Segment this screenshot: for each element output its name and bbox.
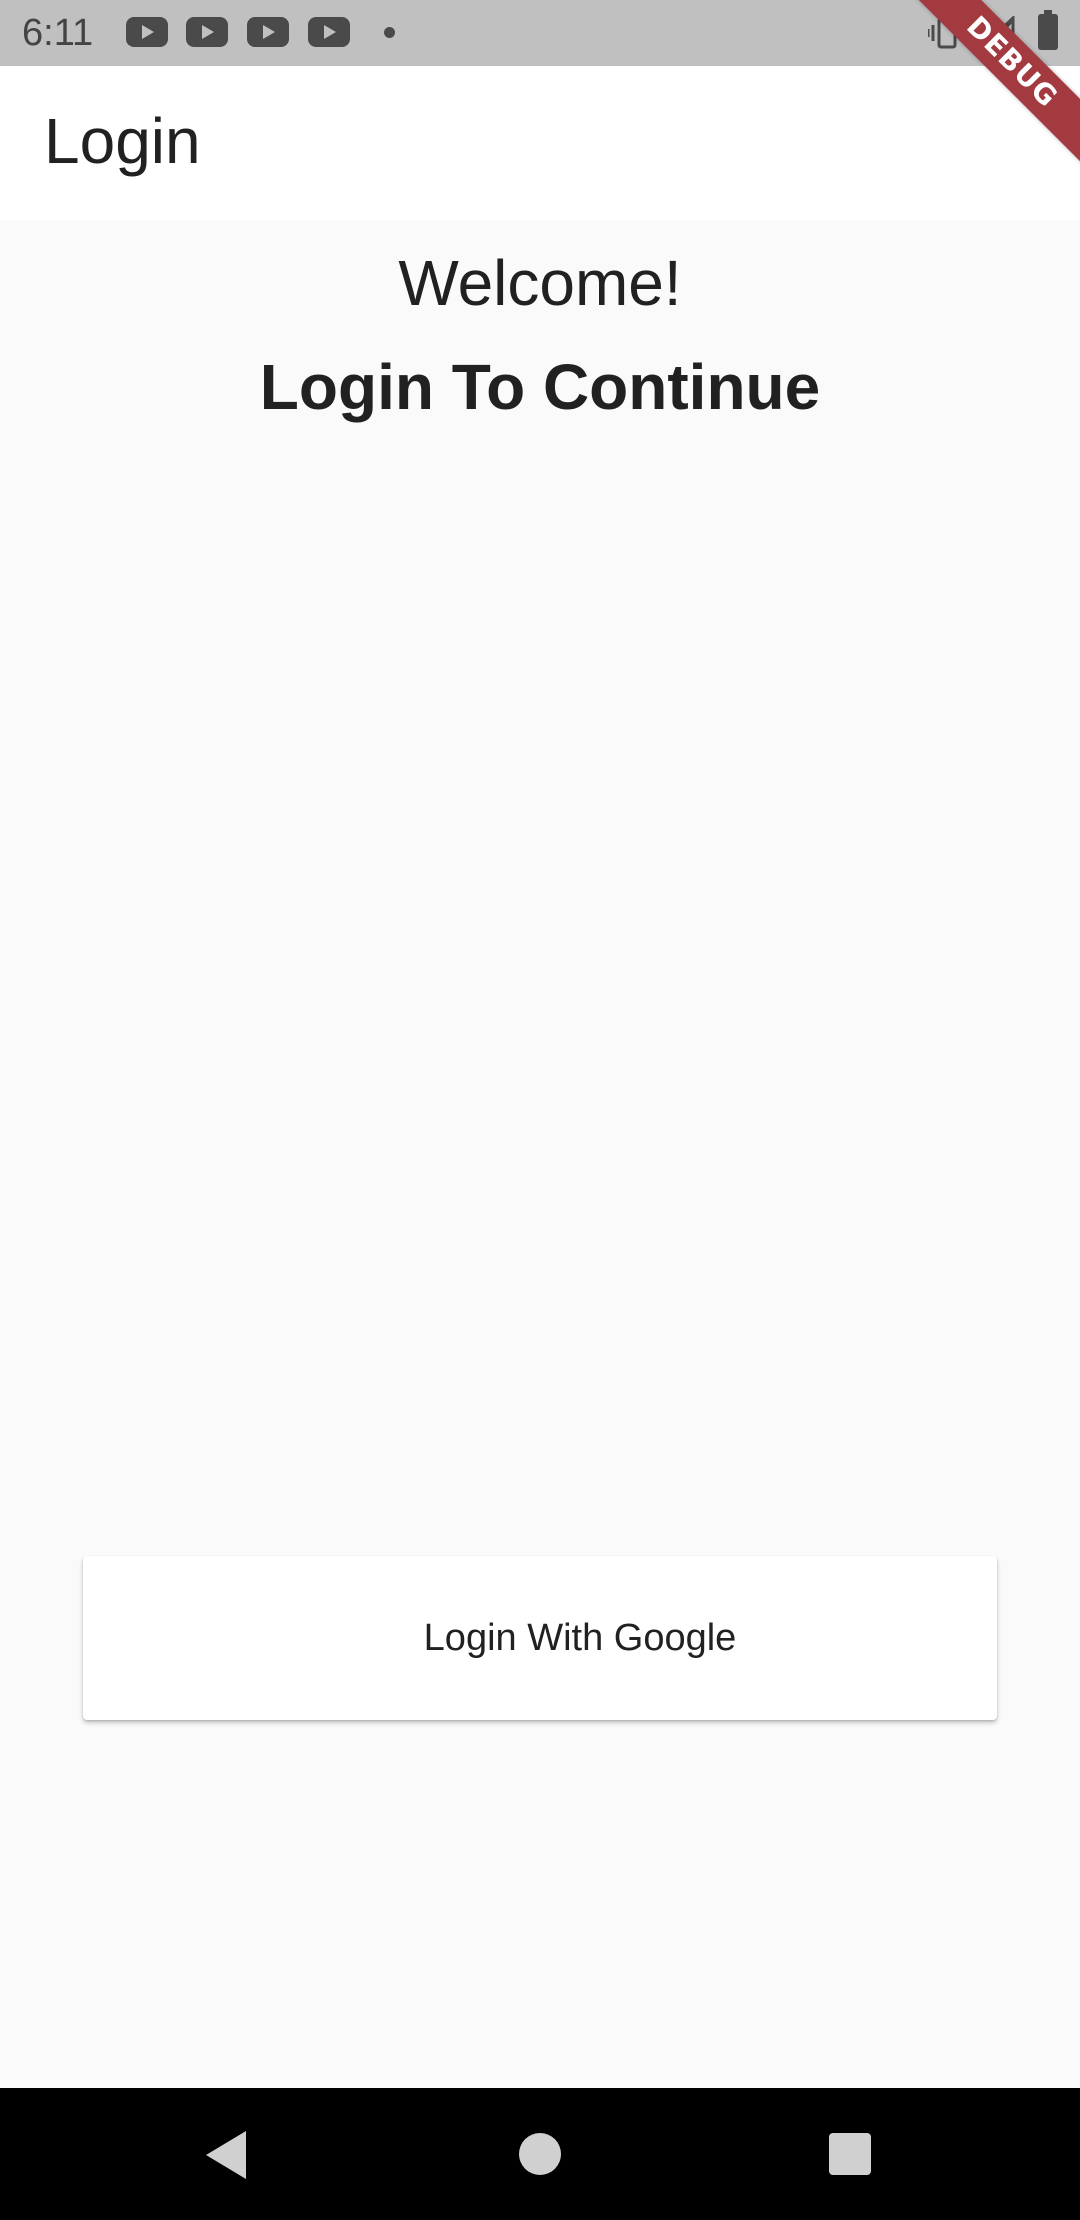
recents-icon[interactable] xyxy=(829,2133,871,2175)
home-icon[interactable] xyxy=(519,2133,561,2175)
page-title: Login xyxy=(44,105,201,177)
status-bar: 6:11 xyxy=(0,0,1080,66)
youtube-notification-icon xyxy=(308,17,350,47)
battery-icon xyxy=(1038,10,1058,50)
welcome-heading: Welcome! xyxy=(398,247,682,319)
back-icon[interactable] xyxy=(206,2131,246,2179)
login-subtitle: Login To Continue xyxy=(259,351,821,423)
youtube-notification-icon xyxy=(126,17,168,47)
login-screen: 6:11 Login DEBUG Welcome! Login To Conti… xyxy=(0,0,1080,2220)
login-with-google-button[interactable]: Login With Google xyxy=(83,1556,997,1720)
app-bar: Login xyxy=(0,66,1080,220)
status-time: 6:11 xyxy=(22,12,94,54)
youtube-notification-icon xyxy=(247,17,289,47)
youtube-notification-icon xyxy=(186,17,228,47)
login-with-google-label: Login With Google xyxy=(423,1616,737,1659)
more-notifications-dot xyxy=(384,27,395,38)
navigation-bar xyxy=(0,2088,1080,2220)
